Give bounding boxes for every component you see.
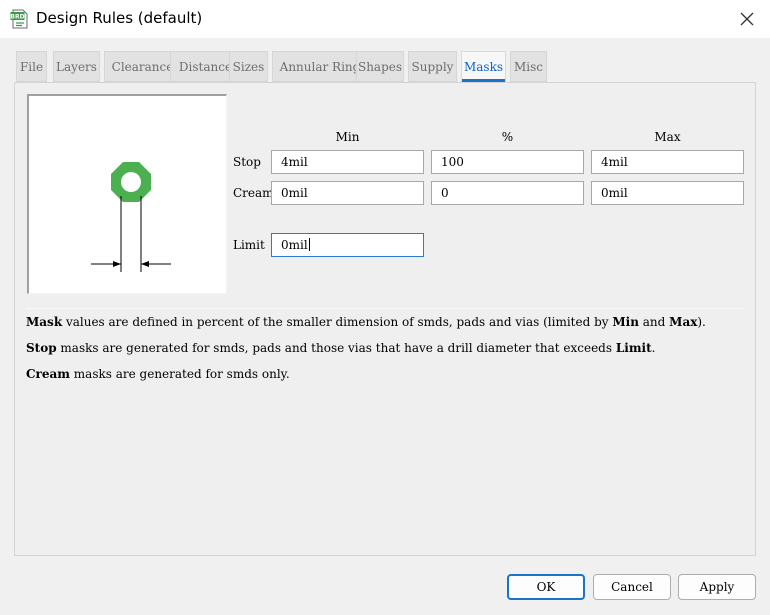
description-text: values are defined in percent of the sma… [62,315,613,329]
stop-min-field[interactable]: 4mil [271,150,424,174]
tab-label: Supply [411,59,454,74]
cancel-button[interactable]: Cancel [593,574,671,600]
limit-label: Limit [233,238,265,252]
stop-max-field[interactable]: 4mil [591,150,744,174]
divider [26,308,745,309]
cream-percent-field[interactable]: 0 [431,181,584,205]
tab-label: Sizes [232,59,265,74]
arrowhead-left [113,261,121,267]
tab-label: Distance [178,59,233,74]
drill-hole [121,172,141,192]
tab-label: Masks [463,59,504,74]
column-header-percent: % [501,130,514,144]
column-header-min: Min [335,130,360,144]
keyword-min: Min [612,315,639,329]
title-bar: BRD Design Rules (default) [0,0,770,38]
text-caret [308,238,310,251]
stop-label: Stop [233,155,261,169]
limit-field[interactable]: 0mil [271,233,424,257]
close-icon [740,12,754,26]
column-header-max: Max [654,130,681,144]
keyword-stop: Stop [26,341,57,355]
tab-layers[interactable]: Layers [53,51,100,82]
description-text: ). [697,315,706,329]
tab-misc[interactable]: Misc [510,51,547,82]
description-text: . [651,341,656,355]
apply-button[interactable]: Apply [678,574,756,600]
close-button[interactable] [724,0,770,38]
cream-min-field[interactable]: 0mil [271,181,424,205]
description-text: masks are generated for smds only. [69,367,290,381]
keyword-max: Max [669,315,698,329]
stop-percent-field[interactable]: 100 [431,150,584,174]
tab-masks[interactable]: Masks [461,51,506,82]
cream-label: Cream [233,186,274,200]
tab-annular-ring[interactable]: Annular Ring [272,51,368,82]
description-mask: Mask values are defined in percent of th… [26,315,706,329]
masks-panel: Min % Max Stop 4mil 100 4mil Cream 0mil … [14,82,756,556]
mask-preview [27,94,227,294]
tab-supply[interactable]: Supply [408,51,457,82]
limit-value: 0mil [281,238,308,252]
description-cream: Cream masks are generated for smds only. [26,367,290,381]
cream-max-field[interactable]: 0mil [591,181,744,205]
window-title: Design Rules (default) [36,9,203,27]
keyword-limit: Limit [615,341,652,355]
arrowhead-right [141,261,149,267]
tab-label: Shapes [357,59,403,74]
brd-document-icon: BRD [10,9,28,29]
description-text: and [638,315,670,329]
description-stop: Stop masks are generated for smds, pads … [26,341,655,355]
tab-sizes[interactable]: Sizes [229,51,268,82]
tab-label: File [19,59,44,74]
pad-diagram [91,162,171,272]
ok-button[interactable]: OK [507,574,585,600]
keyword-cream: Cream [26,367,70,381]
description-text: masks are generated for smds, pads and t… [56,341,616,355]
tab-shapes[interactable]: Shapes [356,51,404,82]
tab-file[interactable]: File [16,51,47,82]
tab-label: Misc [513,59,543,74]
tab-label: Layers [56,59,97,74]
tab-label: Annular Ring [279,59,361,74]
app-icon-label: BRD [10,14,24,21]
tab-label: Clearance [111,59,174,74]
keyword-mask: Mask [26,315,63,329]
